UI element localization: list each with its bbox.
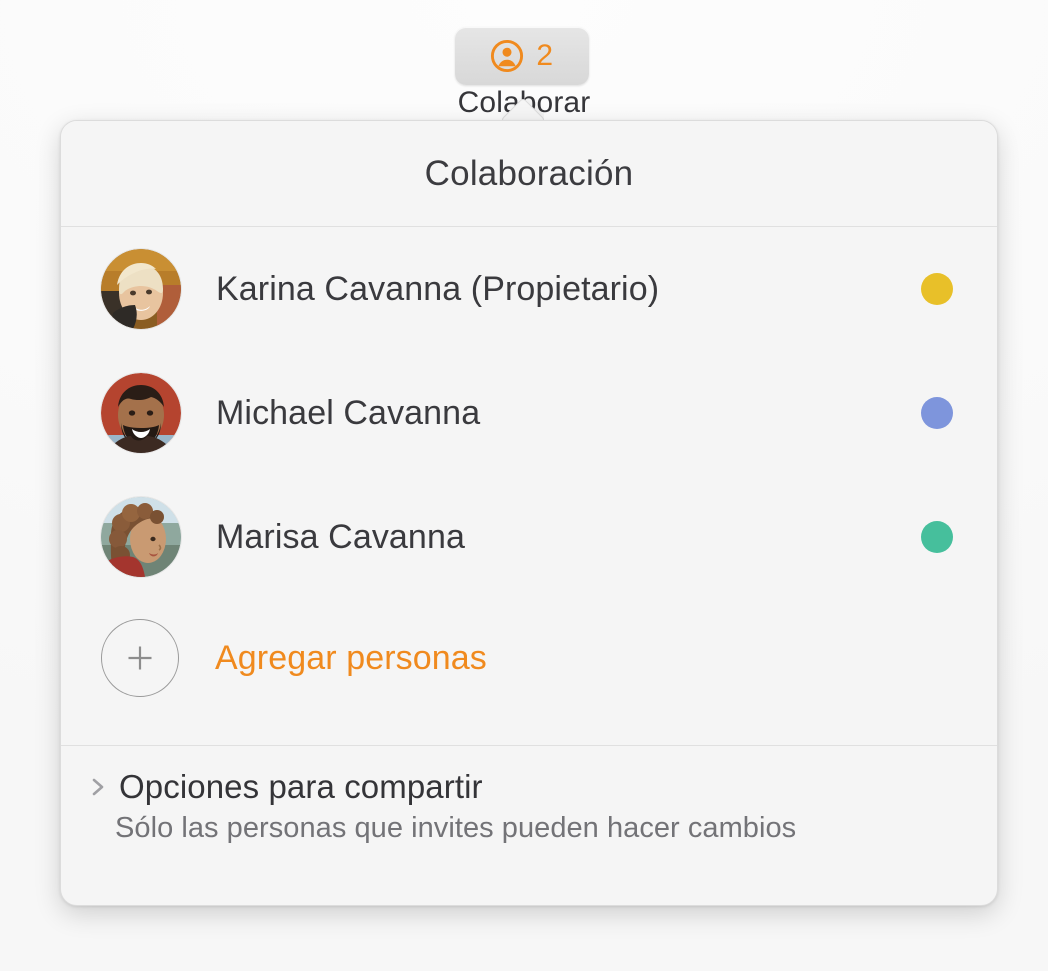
popover-header: Colaboración (61, 121, 997, 227)
popover-arrow (500, 96, 544, 122)
person-circle-icon (491, 39, 524, 73)
avatar (101, 249, 181, 329)
popover-footer: Opciones para compartir Sólo las persona… (61, 745, 997, 845)
person-row[interactable]: Michael Cavanna (61, 351, 997, 475)
photo-woman-curly-icon (101, 497, 181, 577)
status-dot (921, 397, 953, 429)
share-options-row[interactable]: Opciones para compartir (85, 768, 957, 806)
photo-woman-blonde-icon (101, 249, 181, 329)
photo-man-beard-icon (101, 373, 181, 453)
person-row[interactable]: Marisa Cavanna (61, 475, 997, 599)
list-bottom-spacer (61, 717, 997, 745)
collaborate-button[interactable]: 2 (455, 27, 589, 85)
share-options-label: Opciones para compartir (119, 768, 483, 805)
add-people-label: Agregar personas (215, 638, 487, 677)
status-dot (921, 521, 953, 553)
plus-icon (128, 646, 152, 670)
status-dot (921, 273, 953, 305)
person-name: Marisa Cavanna (216, 517, 465, 556)
collaborator-count: 2 (536, 39, 554, 72)
person-name: Karina Cavanna (Propietario) (216, 269, 660, 308)
avatar (101, 497, 181, 577)
share-note: Sólo las personas que invites pueden hac… (115, 812, 797, 844)
person-row[interactable]: Karina Cavanna (Propietario) (61, 227, 997, 351)
person-name: Michael Cavanna (216, 393, 481, 432)
add-people-circle[interactable] (101, 619, 179, 697)
chevron-right-icon[interactable] (85, 772, 111, 802)
add-people-row[interactable]: Agregar personas (61, 599, 997, 717)
avatar (101, 373, 181, 453)
people-list: Karina Cavanna (Propietario) Michael Cav… (61, 227, 997, 745)
collaboration-popover: Colaboración Karina Cavanna (Propietario… (60, 120, 998, 906)
popover-title: Colaboración (424, 153, 634, 193)
